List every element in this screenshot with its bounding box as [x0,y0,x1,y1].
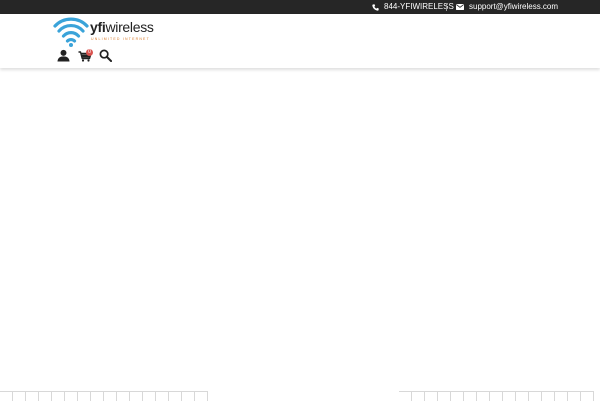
wifi-logo-icon [53,17,89,47]
email-address: support@yfiwireless.com [469,2,559,11]
phone-icon [372,3,379,11]
email-contact[interactable]: support@yfiwireless.com [456,0,558,14]
search-button[interactable] [99,49,113,63]
top-contact-bar: 844-YFIWIRELESS support@yfiwireless.com [0,0,600,14]
search-icon [99,49,112,62]
contact-divider [446,3,447,11]
logo-wordmark: yfiwireless [90,19,154,35]
phone-number: 844-YFIWIRELESS [384,2,454,11]
envelope-icon [456,4,464,10]
brand-logo[interactable]: yfiwireless UNLIMITED INTERNET [53,16,163,48]
site-header: yfiwireless UNLIMITED INTERNET 0 [0,14,600,68]
phone-contact[interactable]: 844-YFIWIRELESS [372,0,454,14]
cart-count-badge: 0 [86,49,93,56]
user-icon [57,49,70,62]
logo-tagline: UNLIMITED INTERNET [91,37,150,41]
account-button[interactable] [57,49,71,63]
